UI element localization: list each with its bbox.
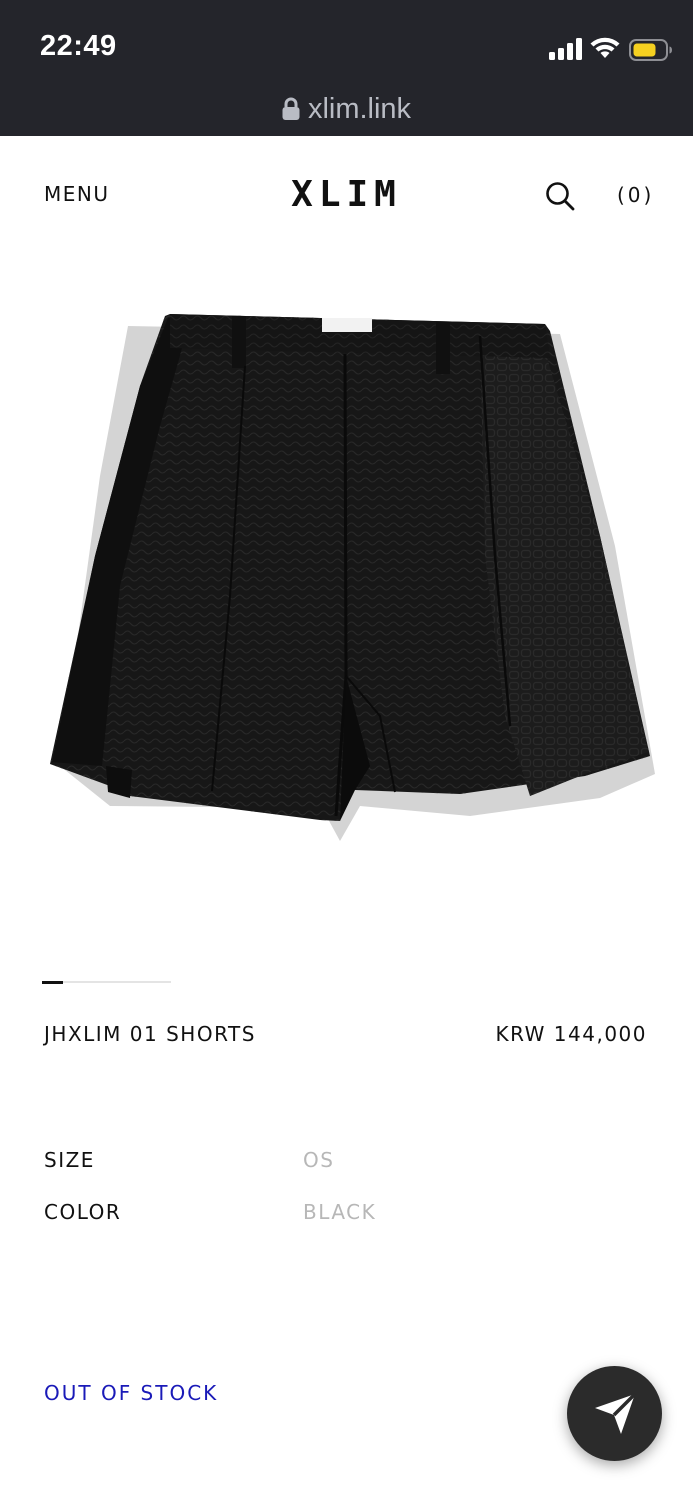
url-text: xlim.link [307, 92, 412, 125]
status-time: 22:49 [40, 30, 117, 62]
product-image[interactable] [40, 296, 660, 856]
cart-button[interactable]: (0) [617, 183, 654, 207]
gallery-progress-thumb[interactable] [42, 980, 63, 984]
send-icon [594, 1392, 636, 1434]
wifi-icon [590, 37, 620, 58]
send-button[interactable] [567, 1366, 662, 1461]
color-label: COLOR [44, 1200, 122, 1224]
status-bar: 22:49 xlim.link [0, 0, 693, 136]
search-icon[interactable] [545, 181, 575, 211]
cellular-signal-icon [549, 38, 582, 60]
product-price: KRW 144,000 [495, 1022, 647, 1046]
battery-low-power-icon [629, 39, 672, 61]
gallery-progress-track[interactable] [42, 980, 171, 984]
site-logo[interactable]: XLIM [0, 174, 693, 215]
stock-status: OUT OF STOCK [44, 1381, 219, 1405]
size-label: SIZE [44, 1148, 95, 1172]
size-option[interactable]: OS [303, 1148, 334, 1172]
lock-icon [282, 97, 300, 120]
battery-fill [633, 43, 656, 57]
color-option[interactable]: BLACK [303, 1200, 376, 1224]
product-name: JHXLIM 01 SHORTS [44, 1022, 256, 1046]
address-bar[interactable]: xlim.link [0, 88, 693, 130]
